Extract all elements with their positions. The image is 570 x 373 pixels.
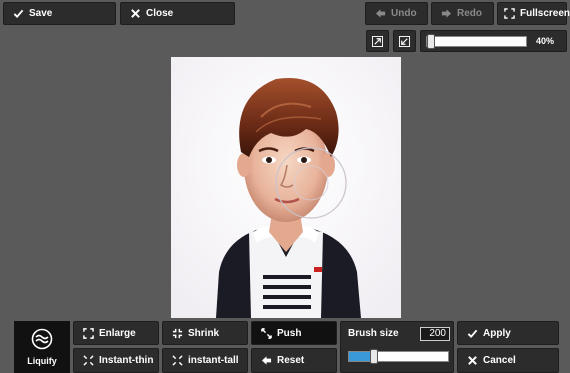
dots-grid-icon [171,355,183,367]
reset-label: Reset [277,355,305,366]
shrink-button[interactable]: Shrink [162,321,248,345]
arrow-right-icon [440,8,452,20]
instant-tall-button[interactable]: instant-tall [162,348,248,373]
liquify-label: Liquify [27,356,57,366]
fullscreen-icon [504,8,515,20]
zoom-value: 40% [535,36,554,46]
actual-size-button[interactable] [393,30,416,52]
zoom-slider-handle[interactable] [427,34,435,49]
reset-arrow-icon [260,355,272,367]
arrow-left-icon [374,8,386,20]
undo-button[interactable]: Undo [365,2,428,25]
checkmark-icon [466,327,478,339]
enlarge-label: Enlarge [99,327,136,339]
compress-arrows-icon [171,327,183,339]
dots-grid-icon [82,355,94,367]
expand-icon [372,35,384,47]
redo-button[interactable]: Redo [431,2,494,25]
zoom-slider[interactable] [426,34,527,49]
instant-tall-label: instant-tall [188,355,239,366]
enlarge-button[interactable]: Enlarge [73,321,159,345]
push-button[interactable]: Push [251,321,337,345]
apply-label: Apply [483,327,511,339]
shrink-icon [399,35,411,47]
reset-button[interactable]: Reset [251,348,337,373]
close-button[interactable]: Close [120,2,235,25]
close-icon [466,355,478,367]
expand-arrows-icon [82,327,94,339]
close-icon [129,8,141,20]
fit-to-screen-button[interactable] [366,30,389,52]
brush-size-input[interactable]: 200 [420,327,450,341]
undo-label: Undo [391,8,417,19]
liquify-icon [31,328,53,350]
cancel-button[interactable]: Cancel [457,348,559,373]
checkmark-icon [12,8,24,20]
brush-size-slider-handle[interactable] [370,349,378,364]
caricature-portrait-image [171,57,401,318]
push-arrows-icon [260,327,272,339]
fullscreen-button[interactable]: Fullscreen [497,2,570,25]
close-label: Close [146,8,174,19]
push-label: Push [277,327,302,339]
shrink-label: Shrink [188,327,220,339]
zoom-panel: 40% [420,30,567,52]
brush-size-panel: Brush size 200 [340,321,454,373]
save-label: Save [29,8,53,19]
liquify-tool[interactable]: Liquify [14,321,70,373]
redo-label: Redo [457,8,482,19]
save-button[interactable]: Save [3,2,116,25]
apply-button[interactable]: Apply [457,321,559,345]
brush-size-label: Brush size [348,328,399,339]
image-canvas[interactable] [171,57,401,318]
fullscreen-label: Fullscreen [520,8,570,19]
instant-thin-button[interactable]: Instant-thin [73,348,159,373]
cancel-label: Cancel [483,355,516,366]
brush-size-slider[interactable] [348,349,449,364]
instant-thin-label: Instant-thin [99,355,154,366]
